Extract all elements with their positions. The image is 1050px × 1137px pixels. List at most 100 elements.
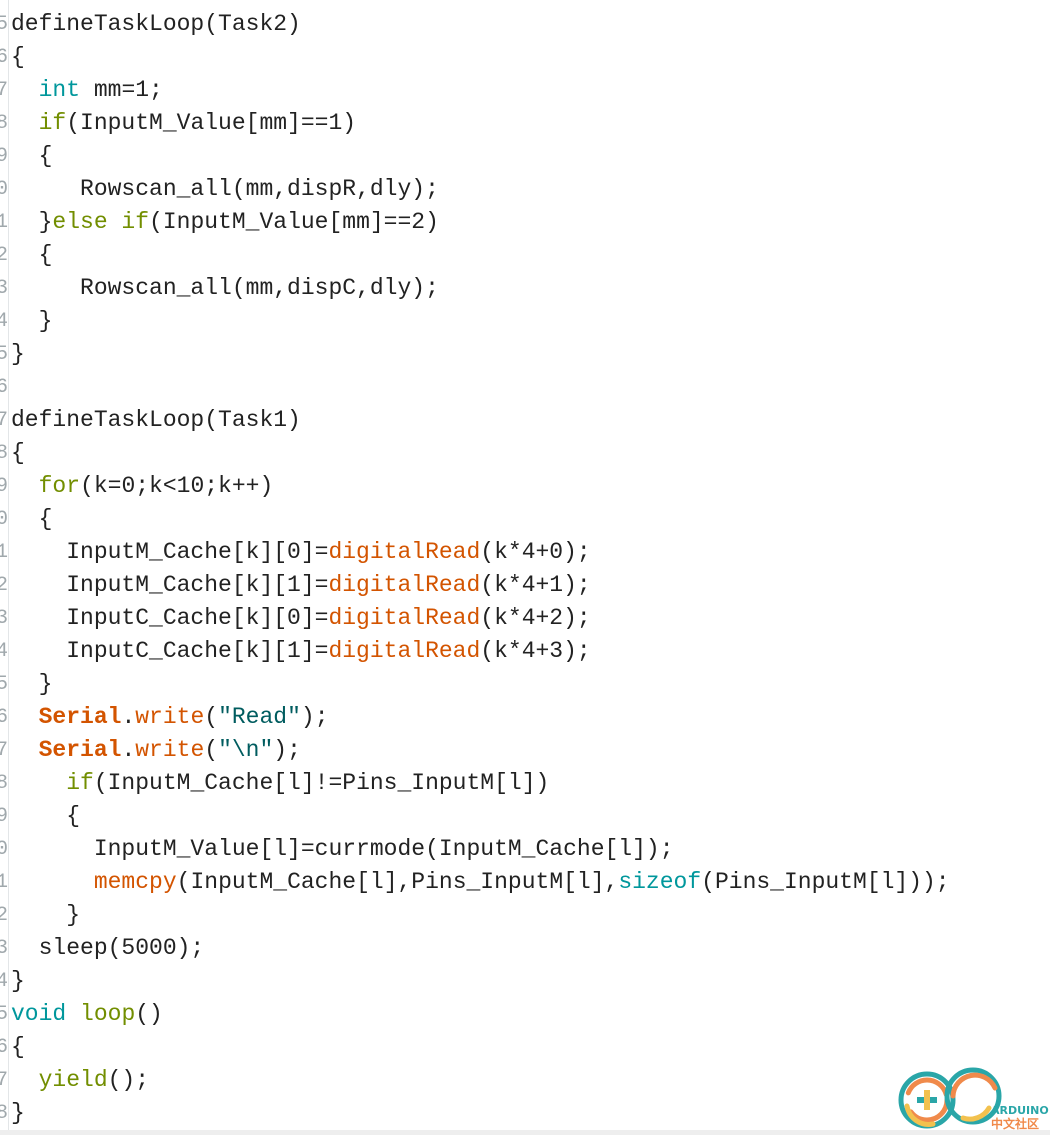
code-token: yield	[38, 1067, 108, 1093]
code-token: loop	[80, 1001, 136, 1027]
line-number: 5	[0, 343, 8, 366]
code-token: (InputM_Cache[l]!=Pins_InputM[l])	[93, 770, 550, 796]
code-token: sleep(5000);	[11, 935, 205, 961]
code-line[interactable]: int mm=1;	[11, 74, 950, 107]
code-line[interactable]: {	[11, 239, 950, 272]
line-number: 2	[0, 904, 8, 927]
line-number-gutter: 5 6 7 8 9 0 1 2 3 4 5 6 7 8 9 0 1 2 3 4 5 6 7 8 9 0 1 2 3 4 5 6 7 8	[0, 8, 8, 1130]
line-number: 0	[0, 508, 8, 531]
code-line[interactable]: {	[11, 437, 950, 470]
code-line[interactable]: defineTaskLoop(Task1)	[11, 404, 950, 437]
code-line[interactable]: {	[11, 1031, 950, 1064]
code-line[interactable]: InputM_Cache[k][1]=digitalRead(k*4+1);	[11, 569, 950, 602]
code-token: );	[273, 737, 301, 763]
code-line[interactable]: InputM_Value[l]=currmode(InputM_Cache[l]…	[11, 833, 950, 866]
code-line[interactable]: void loop()	[11, 998, 950, 1031]
code-line[interactable]: if(InputM_Value[mm]==1)	[11, 107, 950, 140]
code-token: }	[11, 1100, 25, 1126]
line-number: 5	[0, 673, 8, 696]
code-editor[interactable]: 5 6 7 8 9 0 1 2 3 4 5 6 7 8 9 0 1 2 3 4 5 6 7 8 9 0 1 2 3 4 5 6 7 8 defin…	[0, 0, 1050, 1135]
code-line[interactable]: Rowscan_all(mm,dispR,dly);	[11, 173, 950, 206]
code-line[interactable]: }	[11, 899, 950, 932]
code-token: (k*4+3);	[480, 638, 591, 664]
code-line[interactable]: Serial.write("Read");	[11, 701, 950, 734]
code-line[interactable]: }else if(InputM_Value[mm]==2)	[11, 206, 950, 239]
code-token: "Read"	[218, 704, 301, 730]
code-line[interactable]: }	[11, 1097, 950, 1130]
line-number: 3	[0, 937, 8, 960]
code-token: for	[38, 473, 81, 499]
line-number: 8	[0, 1102, 8, 1125]
code-token: (k*4+2);	[480, 605, 591, 631]
code-line[interactable]: InputC_Cache[k][1]=digitalRead(k*4+3);	[11, 635, 950, 668]
code-token: (InputM_Cache[l],Pins_InputM[l],	[176, 869, 619, 895]
code-token: defineTaskLoop(Task1)	[11, 407, 301, 433]
code-line[interactable]: InputC_Cache[k][0]=digitalRead(k*4+2);	[11, 602, 950, 635]
code-token: (k=0;k<10;k++)	[80, 473, 274, 499]
code-token: (	[204, 704, 219, 730]
line-number: 8	[0, 772, 8, 795]
code-line[interactable]: InputM_Cache[k][0]=digitalRead(k*4+0);	[11, 536, 950, 569]
code-line[interactable]: memcpy(InputM_Cache[l],Pins_InputM[l],si…	[11, 866, 950, 899]
line-number: 8	[0, 442, 8, 465]
code-token: Serial	[38, 704, 122, 730]
code-line[interactable]: }	[11, 305, 950, 338]
code-line[interactable]: Rowscan_all(mm,dispC,dly);	[11, 272, 950, 305]
code-token: if	[38, 110, 67, 136]
line-number: 1	[0, 871, 8, 894]
code-area[interactable]: defineTaskLoop(Task2){ int mm=1; if(Inpu…	[11, 8, 950, 1130]
code-token: InputM_Cache[k][1]=	[11, 572, 329, 598]
line-number: 9	[0, 475, 8, 498]
code-line[interactable]: sleep(5000);	[11, 932, 950, 965]
code-token: InputC_Cache[k][0]=	[11, 605, 329, 631]
code-token: }	[11, 341, 25, 367]
code-token: );	[300, 704, 329, 730]
code-token: }	[11, 968, 25, 994]
code-token: {	[11, 440, 25, 466]
code-line[interactable]: for(k=0;k<10;k++)	[11, 470, 950, 503]
code-line[interactable]: defineTaskLoop(Task2)	[11, 8, 950, 41]
line-number: 0	[0, 838, 8, 861]
code-token: {	[11, 242, 53, 268]
code-token: (k*4+1);	[480, 572, 591, 598]
line-number: 9	[0, 805, 8, 828]
line-number: 7	[0, 739, 8, 762]
code-line[interactable]: {	[11, 140, 950, 173]
line-number: 0	[0, 178, 8, 201]
code-line[interactable]	[11, 371, 950, 404]
code-token: write	[135, 704, 205, 730]
line-number: 8	[0, 112, 8, 135]
code-line[interactable]: {	[11, 41, 950, 74]
code-token: digitalRead	[328, 539, 481, 565]
arduino-cn-logo: ARDUINO 中文社区	[893, 1066, 1049, 1132]
code-line[interactable]: if(InputM_Cache[l]!=Pins_InputM[l])	[11, 767, 950, 800]
code-line[interactable]: yield();	[11, 1064, 950, 1097]
code-line[interactable]: {	[11, 503, 950, 536]
svg-text:中文社区: 中文社区	[991, 1116, 1039, 1131]
code-token: Serial	[38, 737, 122, 763]
code-line[interactable]: {	[11, 800, 950, 833]
code-token: ();	[107, 1067, 150, 1093]
code-line[interactable]: Serial.write("\n");	[11, 734, 950, 767]
line-number: 5	[0, 13, 8, 36]
line-number: 5	[0, 1003, 8, 1026]
code-token: else if	[52, 209, 150, 235]
code-line[interactable]: }	[11, 965, 950, 998]
code-token: {	[11, 1034, 25, 1060]
code-token: mm=1;	[80, 77, 163, 103]
code-line[interactable]: }	[11, 338, 950, 371]
code-token: (InputM_Value[mm]==2)	[149, 209, 439, 235]
code-token: InputM_Value[l]=currmode(InputM_Cache[l]…	[11, 836, 674, 862]
code-token: InputC_Cache[k][1]=	[11, 638, 329, 664]
line-number: 3	[0, 277, 8, 300]
line-number: 6	[0, 376, 8, 399]
code-token: void	[11, 1001, 67, 1027]
line-number: 6	[0, 1036, 8, 1059]
code-line[interactable]: }	[11, 668, 950, 701]
line-number: 7	[0, 1069, 8, 1092]
